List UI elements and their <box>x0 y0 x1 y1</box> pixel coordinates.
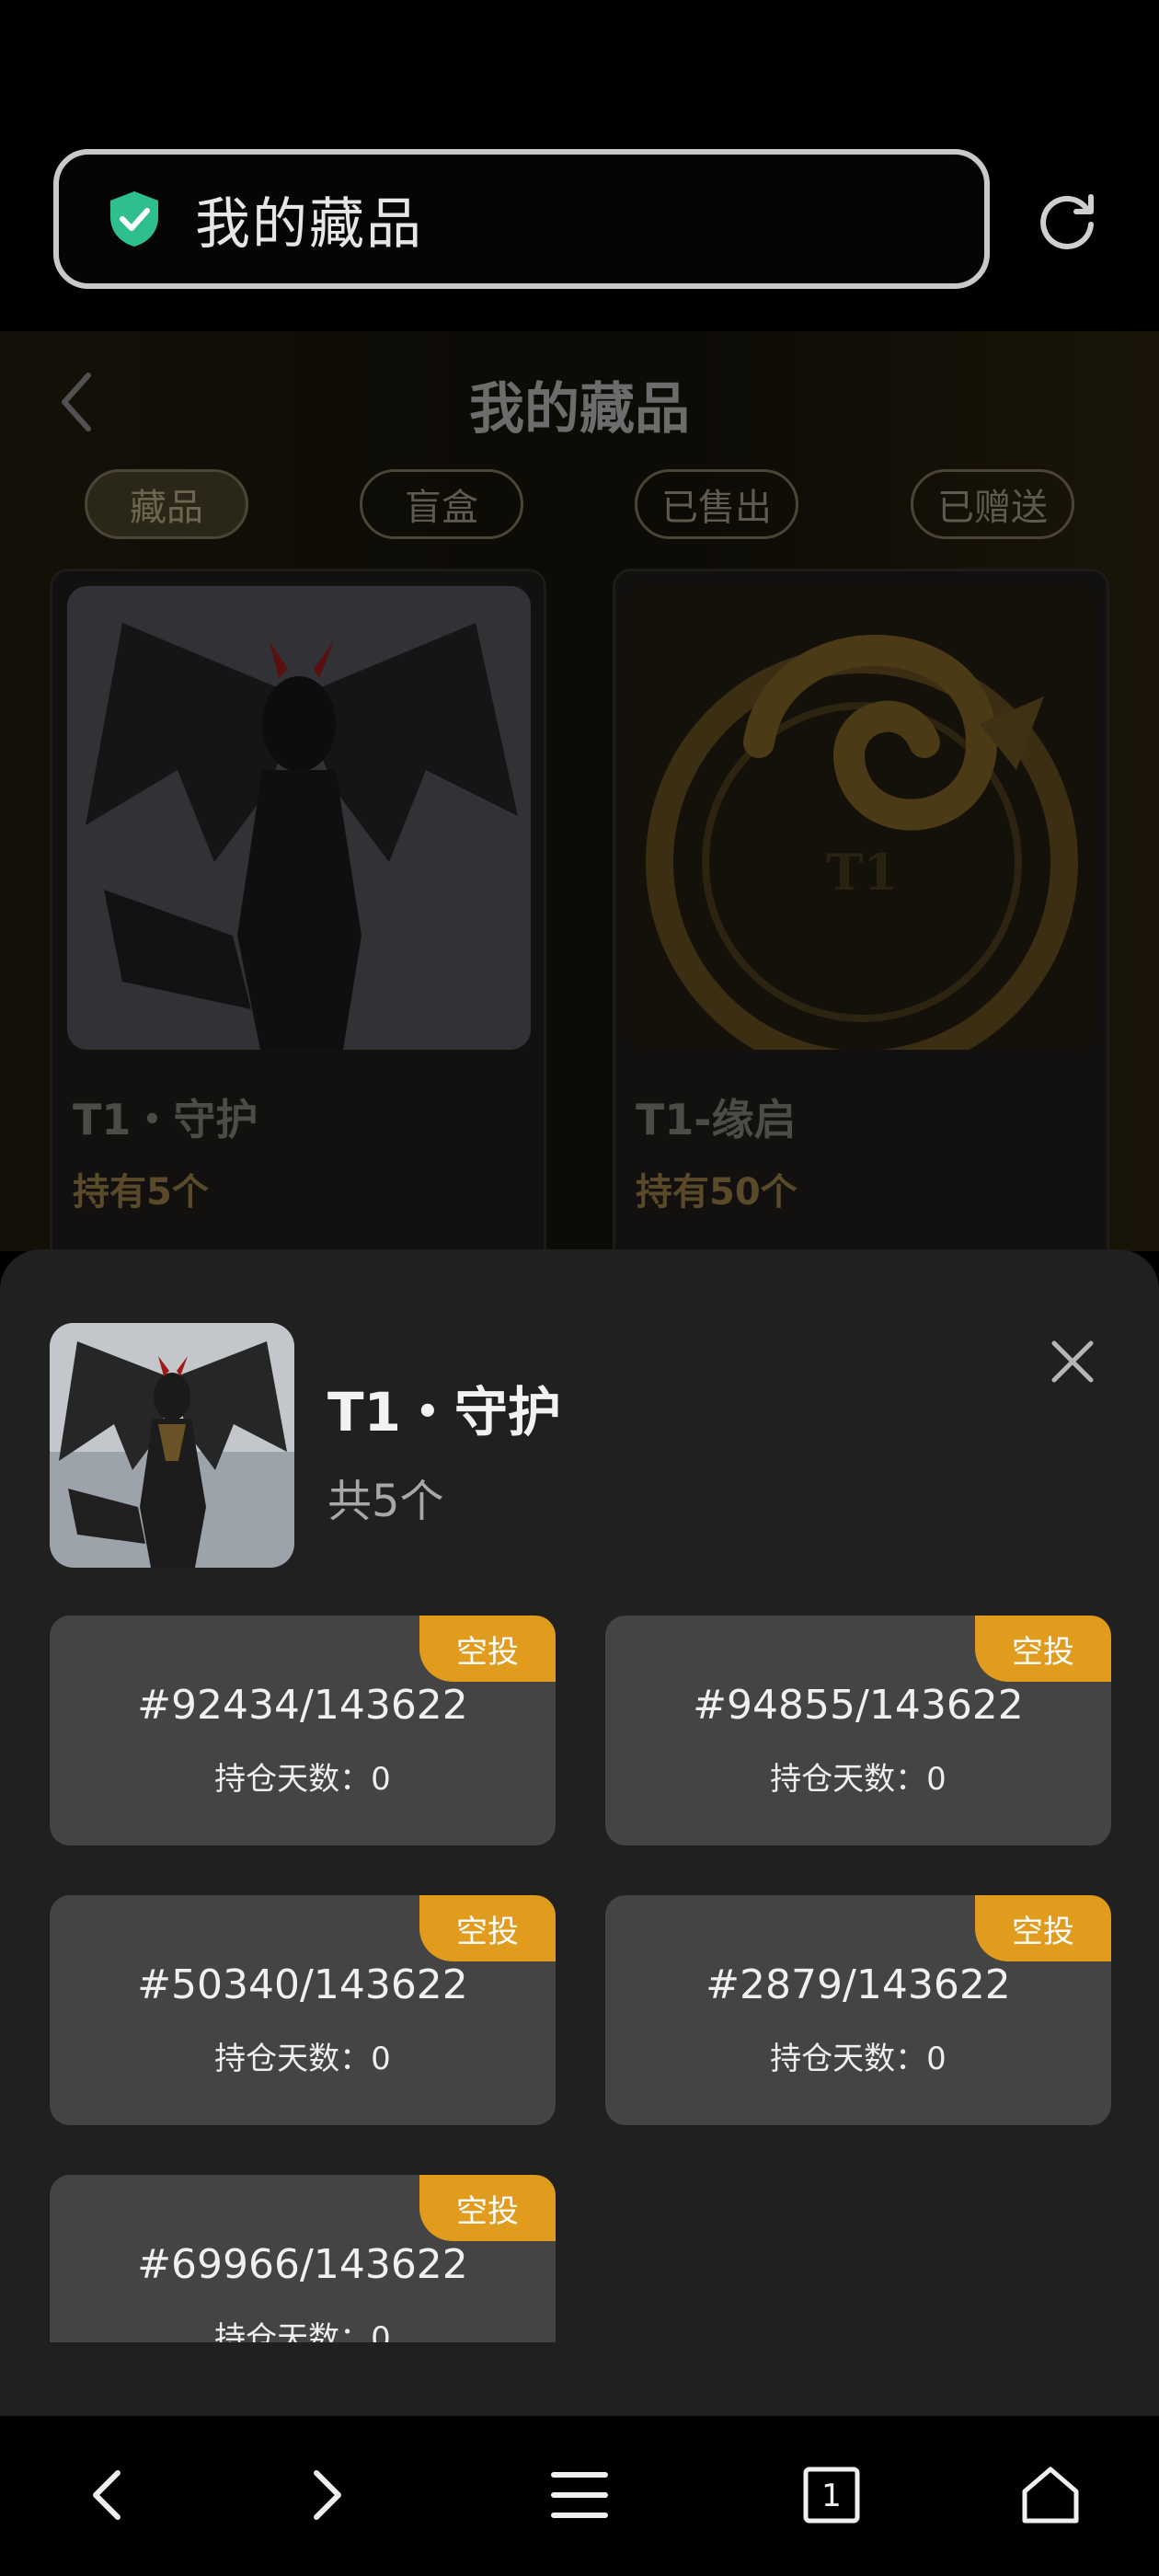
tab-collection[interactable]: 藏品 <box>85 469 248 539</box>
serial-number: #2879/143622 <box>706 1961 1011 2008</box>
collection-card[interactable]: T1・守护 持有5个 <box>50 569 546 1251</box>
shield-check-icon <box>110 191 158 247</box>
number-list-sheet: T1・守护 共5个 空投 #92434/143622 持仓天数：0 空投 #94… <box>0 1249 1159 2416</box>
dragon-artwork-image: T1 <box>630 586 1094 1050</box>
holding-days: 持仓天数：0 <box>214 2041 391 2077</box>
collection-card[interactable]: T1 T1-缘启 持有50个 <box>613 569 1109 1251</box>
number-card[interactable]: 空投 #2879/143622 持仓天数：0 <box>605 1895 1111 2125</box>
nav-forward-button[interactable] <box>291 2462 364 2528</box>
forward-icon <box>314 2470 341 2520</box>
browser-top-bar: 我的藏品 <box>0 0 1159 331</box>
collection-card-name: T1・守护 <box>73 1095 258 1144</box>
serial-number: #50340/143622 <box>137 1961 468 2008</box>
collection-card-image <box>67 586 531 1050</box>
collection-card-image: T1 <box>630 586 1094 1050</box>
page-title: 我的藏品 <box>469 377 690 442</box>
nav-tabs-button[interactable]: 1 <box>795 2462 868 2528</box>
item-total-count: 共5个 <box>327 1476 444 1527</box>
demon-artwork-image <box>67 586 531 1050</box>
airdrop-badge: 空投 <box>975 1895 1111 1961</box>
nav-menu-button[interactable] <box>543 2462 616 2528</box>
holding-days: 持仓天数：0 <box>214 2320 391 2342</box>
airdrop-badge: 空投 <box>419 1616 556 1682</box>
nav-home-button[interactable] <box>1014 2462 1087 2528</box>
item-thumbnail <box>50 1323 294 1568</box>
airdrop-badge: 空投 <box>419 2175 556 2241</box>
holding-days: 持仓天数：0 <box>770 1761 947 1798</box>
collection-card-count: 持有5个 <box>73 1171 209 1213</box>
item-name: T1・守护 <box>327 1381 561 1443</box>
svg-text:T1: T1 <box>826 843 898 902</box>
number-card[interactable]: 空投 #50340/143622 持仓天数：0 <box>50 1895 556 2125</box>
home-icon <box>1022 2467 1079 2524</box>
airdrop-badge: 空投 <box>419 1895 556 1961</box>
tab-blind-box[interactable]: 盲盒 <box>360 469 523 539</box>
airdrop-badge: 空投 <box>975 1616 1111 1682</box>
menu-icon <box>551 2472 608 2518</box>
demon-thumbnail-image <box>50 1323 294 1568</box>
tabs-icon: 1 <box>803 2467 860 2524</box>
holding-days: 持仓天数：0 <box>214 1761 391 1798</box>
serial-number: #92434/143622 <box>137 1682 468 1729</box>
tab-sold[interactable]: 已售出 <box>635 469 798 539</box>
number-grid: 空投 #92434/143622 持仓天数：0 空投 #94855/143622… <box>0 1616 1159 2342</box>
holding-days: 持仓天数：0 <box>770 2041 947 2077</box>
serial-number: #69966/143622 <box>137 2241 468 2288</box>
number-card[interactable]: 空投 #69966/143622 持仓天数：0 <box>50 2175 556 2342</box>
tab-gifted[interactable]: 已赠送 <box>911 469 1074 539</box>
refresh-icon[interactable] <box>1038 190 1098 250</box>
close-icon[interactable] <box>1049 1338 1096 1386</box>
address-bar[interactable]: 我的藏品 <box>53 149 990 289</box>
collection-card-name: T1-缘启 <box>636 1095 797 1144</box>
collection-page: 我的藏品 藏品 盲盒 已售出 已赠送 T1・守护 持有5个 T1 T1-缘启 持… <box>0 331 1159 1251</box>
address-bar-text: 我的藏品 <box>195 191 423 257</box>
back-icon <box>93 2470 120 2520</box>
nav-back-button[interactable] <box>70 2462 143 2528</box>
collection-card-count: 持有50个 <box>636 1171 798 1213</box>
serial-number: #94855/143622 <box>693 1682 1024 1729</box>
number-card[interactable]: 空投 #92434/143622 持仓天数：0 <box>50 1616 556 1846</box>
number-card[interactable]: 空投 #94855/143622 持仓天数：0 <box>605 1616 1111 1846</box>
tab-bar: 藏品 盲盒 已售出 已赠送 <box>0 469 1159 541</box>
browser-nav-bar: 1 <box>0 2416 1159 2576</box>
tab-count: 1 <box>821 2478 842 2514</box>
